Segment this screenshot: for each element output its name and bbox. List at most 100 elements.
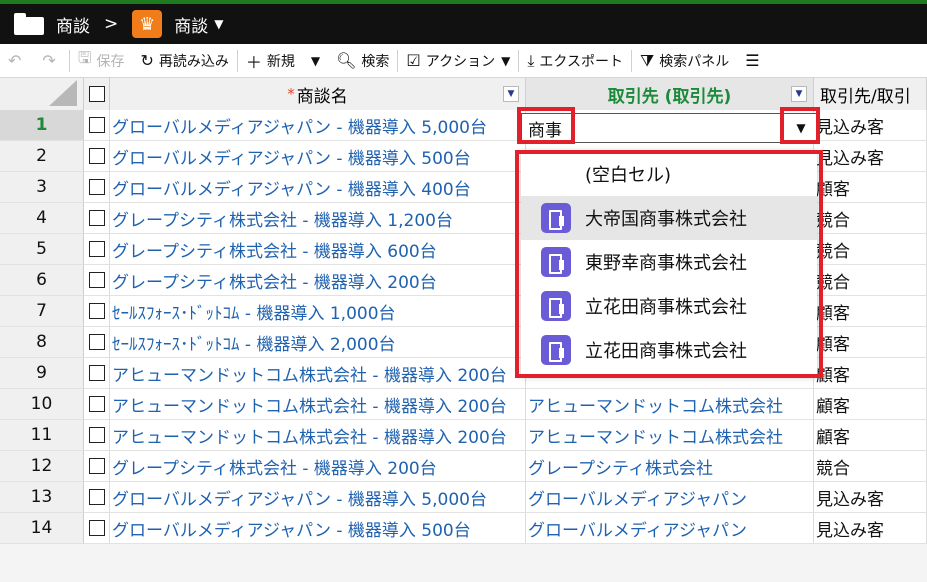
export-button[interactable]: ⤓ エクスポート [519, 44, 631, 78]
row-number[interactable]: 9 [0, 358, 84, 389]
cell-account-type[interactable]: 顧客 [814, 296, 927, 327]
reload-button[interactable]: ↻ 再読み込み [132, 44, 236, 78]
cell-name[interactable]: アヒューマンドットコム株式会社 - 機器導入 200台 [110, 358, 526, 389]
highlight-dropdown-button-box [780, 107, 820, 144]
cell-name[interactable]: ｾｰﾙｽﾌｫｰｽ･ﾄﾞｯﾄｺﾑ - 機器導入 1,000台 [110, 296, 526, 327]
download-icon: ⤓ [527, 50, 535, 70]
column-menu-icon[interactable]: ▼ [503, 86, 519, 102]
cell-name[interactable]: アヒューマンドットコム株式会社 - 機器導入 200台 [110, 389, 526, 420]
cell-account-type[interactable]: 見込み客 [814, 110, 927, 141]
action-button[interactable]: ☑ アクション ▼ [398, 44, 518, 78]
cell-name[interactable]: グローバルメディアジャパン - 機器導入 5,000台 [110, 482, 526, 513]
action-icon: ☑ [406, 51, 421, 70]
undo-button[interactable]: ↶ [0, 44, 34, 78]
cell-account-type[interactable]: 競合 [814, 265, 927, 296]
row-number[interactable]: 8 [0, 327, 84, 358]
row-checkbox[interactable] [88, 396, 105, 412]
cell-account[interactable]: グローバルメディアジャパン [526, 513, 814, 544]
cell-name[interactable]: アヒューマンドットコム株式会社 - 機器導入 200台 [110, 420, 526, 451]
column-header-account-type[interactable]: 取引先/取引 [814, 78, 927, 110]
cell-account-type[interactable]: 見込み客 [814, 141, 927, 172]
panel-toggle-button[interactable]: ☰ [737, 44, 772, 78]
search-button[interactable]: 🔍︎ 検索 [328, 44, 397, 78]
row-number[interactable]: 2 [0, 141, 84, 172]
chevron-down-icon[interactable]: ▼ [214, 17, 223, 31]
cell-name[interactable]: グレープシティ株式会社 - 機器導入 600台 [110, 234, 526, 265]
table-row[interactable]: 10 アヒューマンドットコム株式会社 - 機器導入 200台 アヒューマンドットコム… [0, 389, 927, 420]
cell-name[interactable]: グローバルメディアジャパン - 機器導入 5,000台 [110, 110, 526, 141]
row-checkbox[interactable] [88, 241, 105, 257]
row-number[interactable]: 5 [0, 234, 84, 265]
undo-icon: ↶ [8, 51, 22, 70]
breadcrumb-opportunities[interactable]: 商談 [56, 12, 90, 37]
new-dropdown-button[interactable]: ▼ [303, 44, 328, 78]
cell-account[interactable]: グローバルメディアジャパン [526, 482, 814, 513]
app-header: 商談 > ♛ 商談 ▼ [0, 0, 927, 44]
folder-icon[interactable] [14, 13, 44, 35]
cell-account-type[interactable]: 競合 [814, 203, 927, 234]
cell-name[interactable]: グレープシティ株式会社 - 機器導入 1,200台 [110, 203, 526, 234]
new-button[interactable]: ＋新規 [238, 44, 303, 78]
row-checkbox[interactable] [88, 365, 105, 381]
table-row[interactable]: 11 アヒューマンドットコム株式会社 - 機器導入 200台 アヒューマンドットコム… [0, 420, 927, 451]
search-panel-button[interactable]: ⧩ 検索パネル [632, 44, 737, 78]
row-number[interactable]: 11 [0, 420, 84, 451]
cell-account-type[interactable]: 顧客 [814, 389, 927, 420]
column-header-name[interactable]: * 商談名 ▼ [110, 78, 526, 110]
save-button[interactable]: 🖫 保存 [70, 44, 133, 78]
row-number[interactable]: 7 [0, 296, 84, 327]
redo-button[interactable]: ↷ [34, 44, 68, 78]
row-checkbox[interactable] [88, 210, 105, 226]
cell-name[interactable]: グローバルメディアジャパン - 機器導入 500台 [110, 141, 526, 172]
cell-account-type[interactable]: 顧客 [814, 172, 927, 203]
row-checkbox[interactable] [88, 427, 105, 443]
table-row[interactable]: 12 グレープシティ株式会社 - 機器導入 200台 グレープシティ株式会社 競合 [0, 451, 927, 482]
cell-account-type[interactable]: 顧客 [814, 420, 927, 451]
row-number[interactable]: 1 [0, 110, 84, 141]
table-row[interactable]: 13 グローバルメディアジャパン - 機器導入 5,000台 グローバルメディアジャ… [0, 482, 927, 513]
row-number[interactable]: 12 [0, 451, 84, 482]
crown-icon: ♛ [132, 10, 163, 38]
cell-account-type[interactable]: 見込み客 [814, 513, 927, 544]
cell-account-type[interactable]: 競合 [814, 451, 927, 482]
save-icon: 🖫 [77, 48, 92, 67]
row-number[interactable]: 6 [0, 265, 84, 296]
row-number[interactable]: 10 [0, 389, 84, 420]
grid-header: * 商談名 ▼ 取引先 (取引先) ▼ 取引先/取引 [0, 78, 927, 110]
header-checkbox-cell [84, 78, 110, 110]
row-number[interactable]: 14 [0, 513, 84, 544]
select-all-checkbox[interactable] [88, 86, 105, 102]
row-number[interactable]: 4 [0, 203, 84, 234]
cell-account-type[interactable]: 見込み客 [814, 482, 927, 513]
select-all-corner[interactable] [0, 78, 84, 110]
cell-account-type[interactable]: 顧客 [814, 327, 927, 358]
toolbar: ↶ ↷ 🖫 保存 ↻ 再読み込み ＋新規 ▼ 🔍︎ 検索 ☑ アクション ▼ ⤓ エクスポー… [0, 44, 927, 78]
row-checkbox[interactable] [88, 520, 105, 536]
cell-account[interactable]: アヒューマンドットコム株式会社 [526, 420, 814, 451]
cell-name[interactable]: グレープシティ株式会社 - 機器導入 200台 [110, 451, 526, 482]
row-checkbox[interactable] [88, 303, 105, 319]
cell-account-type[interactable]: 顧客 [814, 358, 927, 389]
row-checkbox[interactable] [88, 179, 105, 195]
row-checkbox-cell [84, 327, 110, 358]
row-checkbox[interactable] [88, 489, 105, 505]
row-checkbox[interactable] [88, 334, 105, 350]
cell-name[interactable]: ｾｰﾙｽﾌｫｰｽ･ﾄﾞｯﾄｺﾑ - 機器導入 2,000台 [110, 327, 526, 358]
cell-account-type[interactable]: 競合 [814, 234, 927, 265]
row-checkbox-cell [84, 358, 110, 389]
cell-name[interactable]: グローバルメディアジャパン - 機器導入 500台 [110, 513, 526, 544]
cell-account[interactable]: アヒューマンドットコム株式会社 [526, 389, 814, 420]
row-number[interactable]: 3 [0, 172, 84, 203]
row-number[interactable]: 13 [0, 482, 84, 513]
row-checkbox[interactable] [88, 117, 105, 133]
row-checkbox[interactable] [88, 458, 105, 474]
cell-account[interactable]: グレープシティ株式会社 [526, 451, 814, 482]
cell-name[interactable]: グレープシティ株式会社 - 機器導入 200台 [110, 265, 526, 296]
row-checkbox[interactable] [88, 148, 105, 164]
table-row[interactable]: 14 グローバルメディアジャパン - 機器導入 500台 グローバルメディアジャパン… [0, 513, 927, 544]
column-header-account[interactable]: 取引先 (取引先) ▼ [526, 78, 814, 110]
row-checkbox[interactable] [88, 272, 105, 288]
column-menu-icon[interactable]: ▼ [791, 86, 807, 102]
breadcrumb-current-object[interactable]: 商談 [174, 12, 208, 37]
cell-name[interactable]: グローバルメディアジャパン - 機器導入 400台 [110, 172, 526, 203]
